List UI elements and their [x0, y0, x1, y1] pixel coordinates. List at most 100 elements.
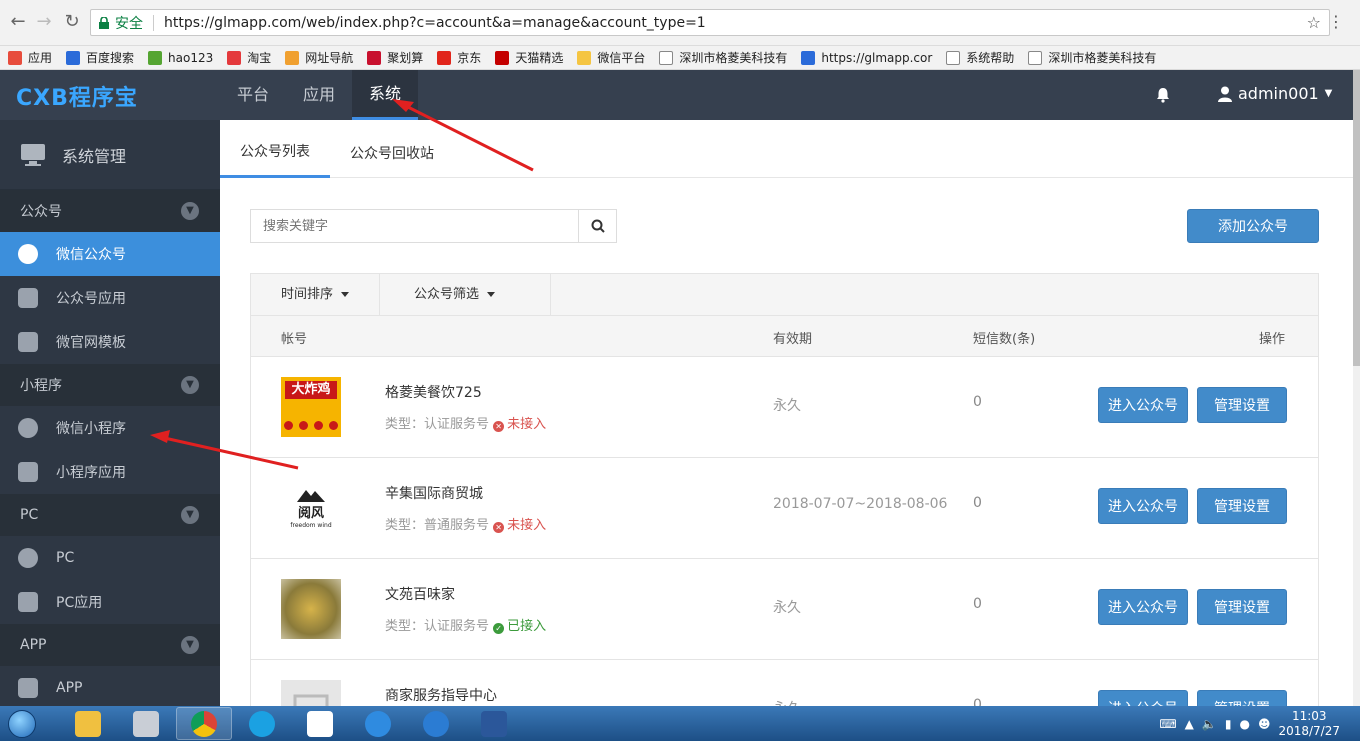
clock[interactable]: 11:03 2018/7/27 — [1278, 709, 1340, 739]
signal-icon[interactable]: ▮ — [1225, 717, 1232, 731]
sidebar-group-miniprogram[interactable]: 小程序 ▼ — [0, 364, 220, 406]
folder-icon — [75, 710, 101, 737]
bookmark-item[interactable]: 网址导航 — [285, 49, 353, 66]
bookmark-item[interactable]: 京东 — [437, 49, 481, 66]
url-text[interactable]: https://glmapp.com/web/index.php?c=accou… — [164, 15, 706, 31]
enter-account-button[interactable]: 进入公众号 — [1098, 589, 1188, 625]
sidebar-item-pc[interactable]: PC — [0, 536, 220, 580]
group-label: APP — [20, 637, 47, 653]
sidebar-item-label: PC — [56, 550, 75, 566]
taskbar-ie2[interactable] — [350, 707, 406, 740]
group-label: 公众号 — [20, 204, 62, 220]
sidebar-item-wechat-miniprogram[interactable]: 微信小程序 — [0, 406, 220, 450]
chevron-down-icon[interactable]: ▼ — [181, 636, 199, 654]
table-row: 大炸鸡 格菱美餐饮725 类型：认证服务号 ✕ 未接入 永久 0 进入公众号 管理… — [251, 357, 1318, 458]
chevron-down-icon[interactable]: ▼ — [181, 376, 199, 394]
bookmark-item[interactable]: hao123 — [148, 50, 213, 65]
volume-icon[interactable]: 🔈 — [1202, 717, 1217, 731]
user-menu[interactable]: admin001 ▼ — [1218, 84, 1332, 103]
sidebar-item-label: 小程序应用 — [56, 465, 126, 481]
taskbar-word[interactable] — [466, 707, 522, 740]
bookmark-item[interactable]: 天猫精选 — [495, 49, 563, 66]
sort-by-time-dropdown[interactable]: 时间排序 — [251, 274, 381, 315]
taskbar-chrome[interactable] — [176, 707, 232, 740]
template-icon — [18, 332, 38, 352]
browser-menu-icon[interactable]: ⋮ — [1328, 12, 1344, 31]
bookmark-item[interactable]: 应用 — [8, 49, 52, 66]
sidebar-item-label: 公众号应用 — [56, 291, 126, 307]
manage-settings-button[interactable]: 管理设置 — [1197, 488, 1287, 524]
bookmark-item[interactable]: 淘宝 — [227, 49, 271, 66]
bookmark-item[interactable]: 深圳市格菱美科技有 — [1028, 49, 1156, 66]
enter-account-button[interactable]: 进入公众号 — [1098, 387, 1188, 423]
bookmark-favicon-icon — [285, 50, 300, 65]
keyboard-icon[interactable]: ⌨ — [1159, 717, 1176, 731]
sidebar-item-microsite-template[interactable]: 微官网模板 — [0, 320, 220, 364]
avatar-text: 大炸鸡 — [285, 381, 337, 399]
manage-settings-button[interactable]: 管理设置 — [1197, 387, 1287, 423]
bookmark-item[interactable]: 系统帮助 — [946, 49, 1014, 66]
sidebar-item-app[interactable]: APP — [0, 666, 220, 706]
sidebar-group-app[interactable]: APP ▼ — [0, 624, 220, 666]
sms-count: 0 — [973, 394, 982, 410]
tab-account-list[interactable]: 公众号列表 — [220, 120, 330, 178]
account-type: 类型：认证服务号 ✕ 未接入 — [385, 413, 546, 432]
taskbar-app-7[interactable] — [408, 707, 464, 740]
sidebar-item-miniprogram-apps[interactable]: 小程序应用 — [0, 450, 220, 494]
enter-account-button[interactable]: 进入公众号 — [1098, 488, 1188, 524]
bookmark-item[interactable]: 深圳市格菱美科技有 — [659, 49, 787, 66]
taskbar-app-2[interactable] — [118, 707, 174, 740]
bookmark-item[interactable]: 聚划算 — [367, 49, 423, 66]
chevron-down-icon[interactable]: ▼ — [181, 202, 199, 220]
back-icon[interactable]: ← — [8, 12, 28, 32]
nav-platform[interactable]: 平台 — [220, 70, 286, 120]
status-text: 未接入 — [507, 417, 547, 432]
validity: 永久 — [773, 398, 801, 414]
taskbar-explorer[interactable] — [60, 707, 116, 740]
sidebar-group-wechat[interactable]: 公众号 ▼ — [0, 190, 220, 232]
chevron-down-icon[interactable]: ▼ — [181, 506, 199, 524]
sidebar-item-pc-apps[interactable]: PC应用 — [0, 580, 220, 624]
search-button[interactable] — [578, 210, 616, 242]
sidebar-group-pc[interactable]: PC ▼ — [0, 494, 220, 536]
windows-logo-icon — [8, 709, 36, 738]
tab-recycle-bin[interactable]: 公众号回收站 — [330, 120, 454, 178]
bookmark-star-icon[interactable]: ☆ — [1307, 13, 1321, 32]
bookmark-item[interactable]: 微信平台 — [577, 49, 645, 66]
search-input[interactable] — [251, 210, 578, 242]
enter-account-button[interactable]: 进入公众号 — [1098, 690, 1188, 706]
network-icon[interactable]: ▲ — [1185, 717, 1194, 731]
manage-settings-button[interactable]: 管理设置 — [1197, 589, 1287, 625]
bell-icon[interactable] — [1154, 86, 1172, 104]
start-button[interactable] — [0, 706, 44, 741]
sidebar-item-label: 微信小程序 — [56, 421, 126, 437]
qq-icon[interactable]: ☻ — [1258, 717, 1271, 731]
nav-system[interactable]: 系统 — [352, 70, 419, 120]
app-logo[interactable]: CXB程序宝 — [16, 80, 138, 112]
monitor-icon — [21, 143, 45, 166]
sidebar-item-account-apps[interactable]: 公众号应用 — [0, 276, 220, 320]
caret-down-icon — [341, 292, 350, 297]
manage-settings-button[interactable]: 管理设置 — [1197, 690, 1287, 706]
forward-icon[interactable]: → — [34, 12, 54, 32]
secure-indicator[interactable]: 安全 — [99, 13, 143, 33]
taskbar-baidu-cloud[interactable] — [292, 707, 348, 740]
account-filter-dropdown[interactable]: 公众号筛选 — [380, 274, 552, 315]
page-scrollbar-thumb[interactable] — [1353, 70, 1360, 366]
bookmark-item[interactable]: 百度搜索 — [66, 49, 134, 66]
add-account-button[interactable]: 添加公众号 — [1187, 209, 1319, 243]
sidebar-item-wechat-account[interactable]: 微信公众号 — [0, 232, 220, 276]
account-table: 时间排序 公众号筛选 帐号 有效期 短信数(条) 操作 大炸鸡 格菱美餐饮725… — [250, 273, 1319, 706]
nav-apps[interactable]: 应用 — [286, 70, 352, 120]
taskbar-ie[interactable] — [234, 707, 290, 740]
status-badge: ✓ 已接入 — [493, 619, 546, 634]
bookmark-item[interactable]: https://glmapp.cor — [801, 50, 932, 65]
reload-icon[interactable]: ↻ — [62, 12, 82, 32]
secure-label: 安全 — [115, 15, 143, 32]
main-content: 公众号列表 公众号回收站 添加公众号 时间排序 公众号筛选 帐号 有效期 短信数… — [220, 120, 1360, 706]
filter-label: 时间排序 — [281, 287, 334, 302]
wechat-tray-icon[interactable]: ● — [1239, 717, 1249, 731]
chrome-icon — [191, 710, 217, 737]
bookmark-label: 百度搜索 — [86, 51, 135, 65]
address-bar[interactable]: 安全 https://glmapp.com/web/index.php?c=ac… — [90, 9, 1330, 36]
